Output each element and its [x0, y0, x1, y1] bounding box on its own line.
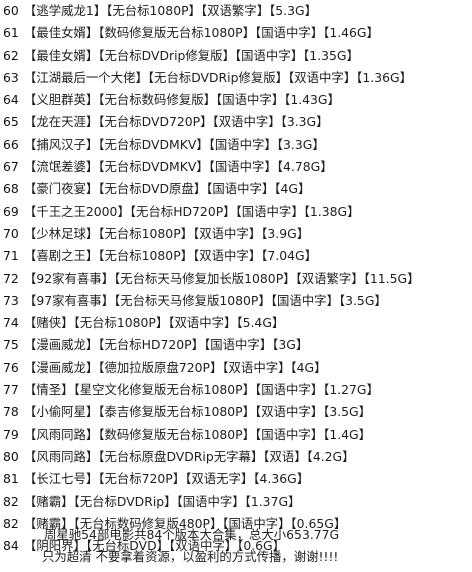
- list-item: 70 【少林足球】【无台标1080P】【双语中字】【3.9G】: [3, 223, 469, 245]
- item-text: 【赌侠】【无台标1080P】【双语中字】【5.4G】: [23, 315, 285, 331]
- list-item: 73 【97家有喜事】【无台标天马修复版1080P】【国语中字】【3.5G】: [3, 290, 469, 312]
- item-text: 【捕风汉子】【无台标DVDMKV】【国语中字】【3.3G】: [23, 136, 325, 152]
- list-item: 79 【风雨同路】【数码修复版无台标1080P】【国语中字】【1.4G】: [3, 424, 469, 446]
- item-number: 71: [3, 248, 19, 264]
- collection-notice: 只为超清 不要拿着资源，以盈利的方式传播，谢谢!!!!: [42, 549, 339, 564]
- list-item: 78 【小偷阿星】【泰吉修复版无台标1080P】【双语中字】【3.5G】: [3, 401, 469, 423]
- item-number: 70: [3, 225, 19, 241]
- item-number: 69: [3, 203, 19, 219]
- item-text: 【江湖最后一个大佬】【无台标DVDRip修复版】【双语中字】【1.36G】: [23, 69, 412, 85]
- item-number: 66: [3, 136, 19, 152]
- item-text: 【喜剧之王】【无台标1080P】【双语中字】【7.04G】: [23, 248, 317, 264]
- item-text: 【97家有喜事】【无台标天马修复版1080P】【国语中字】【3.5G】: [23, 292, 387, 308]
- item-text: 【小偷阿星】【泰吉修复版无台标1080P】【双语中字】【3.5G】: [23, 404, 372, 420]
- list-item: 66 【捕风汉子】【无台标DVDMKV】【国语中字】【3.3G】: [3, 134, 469, 156]
- item-number: 64: [3, 92, 19, 108]
- item-number: 80: [3, 448, 19, 464]
- item-number: 63: [3, 69, 19, 85]
- list-item: 72 【92家有喜事】【无台标天马修复加长版1080P】【双语繁字】【11.5G…: [3, 268, 469, 290]
- document-page: 60 【逃学威龙1】【无台标1080P】【双语繁字】【5.3G】 61 【最佳女婿…: [0, 0, 472, 572]
- item-text: 【龙在天涯】【无台标DVD720P】【双语中字】【3.3G】: [23, 114, 329, 130]
- list-item: 71 【喜剧之王】【无台标1080P】【双语中字】【7.04G】: [3, 245, 469, 267]
- list-item: 64 【义胆群英】【无台标数码修复版】【国语中字】【1.43G】: [3, 89, 469, 111]
- item-text: 【漫画威龙】【无台标HD720P】【国语中字】【3G】: [23, 337, 309, 353]
- item-number: 61: [3, 25, 19, 41]
- item-text: 【漫画威龙】【德加拉版原盘720P】【双语中字】【4G】: [23, 359, 327, 375]
- movie-list: 60 【逃学威龙1】【无台标1080P】【双语繁字】【5.3G】 61 【最佳女婿…: [3, 0, 469, 557]
- item-text: 【长江七号】【无台标720P】【双语无字】【4.36G】: [23, 471, 310, 487]
- item-text: 【少林足球】【无台标1080P】【双语中字】【3.9G】: [23, 225, 310, 241]
- item-text: 【豪门夜宴】【无台标DVD原盘】【国语中字】【4G】: [23, 181, 311, 197]
- collection-summary: 周星驰54部电影共84个版本大合集，总大小653.77G: [44, 527, 340, 542]
- item-text: 【情圣】【星空文化修复版无台标1080P】【国语中字】【1.27G】: [23, 382, 379, 398]
- list-item: 76 【漫画威龙】【德加拉版原盘720P】【双语中字】【4G】: [3, 357, 469, 379]
- item-text: 【最佳女婿】【无台标DVDrip修复版】【国语中字】【1.35G】: [23, 47, 359, 63]
- list-item: 60 【逃学威龙1】【无台标1080P】【双语繁字】【5.3G】: [3, 0, 469, 22]
- item-number: 79: [3, 426, 19, 442]
- list-item: 82 【赌霸】【无台标DVDRip】【国语中字】【1.37G】: [3, 491, 469, 513]
- item-text: 【千王之王2000】【无台标HD720P】【国语中字】【1.38G】: [23, 203, 360, 219]
- list-item: 65 【龙在天涯】【无台标DVD720P】【双语中字】【3.3G】: [3, 111, 469, 133]
- item-number: 68: [3, 181, 19, 197]
- item-number: 78: [3, 404, 19, 420]
- list-item: 67 【流氓差婆】【无台标DVDMKV】【国语中字】【4.78G】: [3, 156, 469, 178]
- list-item: 69 【千王之王2000】【无台标HD720P】【国语中字】【1.38G】: [3, 201, 469, 223]
- item-text: 【流氓差婆】【无台标DVDMKV】【国语中字】【4.78G】: [23, 159, 333, 175]
- list-item: 63 【江湖最后一个大佬】【无台标DVDRip修复版】【双语中字】【1.36G】: [3, 67, 469, 89]
- list-item: 77 【情圣】【星空文化修复版无台标1080P】【国语中字】【1.27G】: [3, 379, 469, 401]
- list-item: 74 【赌侠】【无台标1080P】【双语中字】【5.4G】: [3, 312, 469, 334]
- item-text: 【风雨同路】【数码修复版无台标1080P】【国语中字】【1.4G】: [23, 426, 372, 442]
- item-number: 65: [3, 114, 19, 130]
- item-text: 【赌霸】【无台标DVDRip】【国语中字】【1.37G】: [23, 493, 301, 509]
- item-text: 【逃学威龙1】【无台标1080P】【双语繁字】【5.3G】: [23, 3, 317, 18]
- item-number: 74: [3, 315, 19, 331]
- item-text: 【92家有喜事】【无台标天马修复加长版1080P】【双语繁字】【11.5G】: [23, 270, 420, 286]
- item-text: 【最佳女婿】【数码修复版无台标1080P】【国语中字】【1.46G】: [23, 25, 379, 41]
- item-number: 81: [3, 471, 19, 487]
- item-number: 77: [3, 382, 19, 398]
- list-item: 68 【豪门夜宴】【无台标DVD原盘】【国语中字】【4G】: [3, 178, 469, 200]
- item-number: 60: [3, 3, 19, 18]
- list-item: 62 【最佳女婿】【无台标DVDrip修复版】【国语中字】【1.35G】: [3, 45, 469, 67]
- item-number: 67: [3, 159, 19, 175]
- item-number: 73: [3, 292, 19, 308]
- item-number: 72: [3, 270, 19, 286]
- item-text: 【风雨同路】【无台标原盘DVDRip无字幕】【双语】【4.2G】: [23, 448, 355, 464]
- item-number: 75: [3, 337, 19, 353]
- list-item: 75 【漫画威龙】【无台标HD720P】【国语中字】【3G】: [3, 334, 469, 356]
- item-number: 62: [3, 47, 19, 63]
- list-item: 81 【长江七号】【无台标720P】【双语无字】【4.36G】: [3, 468, 469, 490]
- item-number: 82: [3, 493, 19, 509]
- list-item: 61 【最佳女婿】【数码修复版无台标1080P】【国语中字】【1.46G】: [3, 22, 469, 44]
- footer: 周星驰54部电影共84个版本大合集，总大小653.77G 只为超清 不要拿着资源…: [0, 524, 472, 568]
- list-item: 80 【风雨同路】【无台标原盘DVDRip无字幕】【双语】【4.2G】: [3, 446, 469, 468]
- item-text: 【义胆群英】【无台标数码修复版】【国语中字】【1.43G】: [23, 92, 340, 108]
- item-number: 76: [3, 359, 19, 375]
